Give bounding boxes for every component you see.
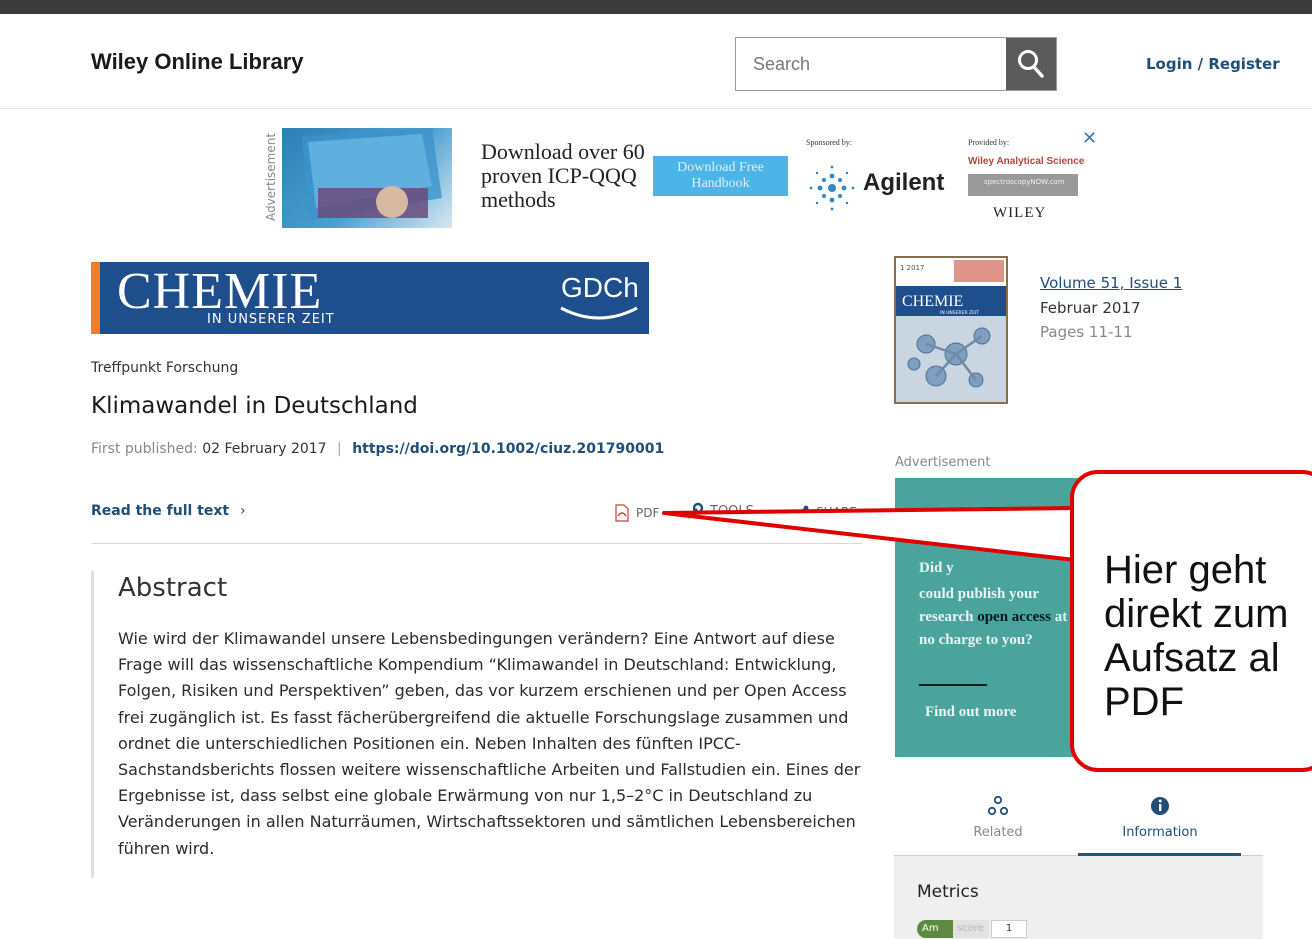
- journal-subtitle: IN UNSERER ZEIT: [207, 312, 335, 327]
- sponsored-by-label: Sponsored by:: [806, 138, 852, 147]
- download-handbook-button[interactable]: Download Free Handbook: [653, 156, 788, 196]
- side-ad-body: could publish your research open access …: [919, 583, 1069, 652]
- search-box: [735, 37, 1057, 91]
- altmetric-score-label: score: [953, 920, 989, 938]
- callout-line-3: Aufsatz al: [1104, 636, 1280, 680]
- ad-label-vertical: Advertisement: [264, 132, 278, 222]
- cover-subtitle: IN UNSERER ZEIT: [940, 310, 979, 316]
- read-full-text-label: Read the full text: [91, 503, 230, 519]
- share-icon: [792, 505, 809, 520]
- article-section: Treffpunkt Forschung: [91, 360, 239, 376]
- article-title: Klimawandel in Deutschland: [91, 393, 418, 419]
- side-ad-headline: Are you a resear: [919, 506, 1025, 522]
- cover-year: 1 2017: [900, 264, 925, 272]
- site-logo[interactable]: Wiley Online Library: [91, 49, 304, 75]
- wrench-icon: [687, 502, 704, 519]
- cover-title: CHEMIE: [902, 293, 963, 310]
- side-ad-divider: [919, 684, 987, 686]
- callout-line-1: Hier geht: [1104, 548, 1267, 592]
- volume-issue-link[interactable]: Volume 51, Issue 1: [1040, 274, 1182, 292]
- journal-banner[interactable]: CHEMIE IN UNSERER ZEIT GDCh: [91, 262, 649, 334]
- ad-headline: Download over 60 proven ICP-QQQ methods: [481, 139, 645, 212]
- issue-pages: Pages 11-11: [1040, 323, 1133, 341]
- top-bar: [0, 0, 1312, 14]
- agilent-star-icon: [806, 162, 858, 218]
- read-full-text-link[interactable]: Read the full text ›: [91, 503, 246, 519]
- provider-name: Wiley Analytical Science: [968, 156, 1085, 167]
- annotation-callout: Hier geht direkt zum Aufsatz al PDF: [1070, 470, 1312, 772]
- volume-issue-value: 51, Issue 1: [1100, 274, 1183, 292]
- search-input[interactable]: [736, 38, 1006, 90]
- published-date: 02 February 2017: [202, 441, 327, 457]
- content-divider: [91, 543, 862, 544]
- tab-related-label: Related: [973, 825, 1023, 840]
- published-label: First published:: [91, 441, 198, 457]
- info-icon: [1151, 797, 1169, 815]
- search-button[interactable]: [1006, 38, 1056, 90]
- share-label: SHARE: [816, 505, 857, 519]
- issue-date: Februar 2017: [1040, 299, 1141, 317]
- callout-line-2: direkt zum: [1104, 592, 1289, 636]
- publication-info: First published: 02 February 2017 | http…: [91, 441, 664, 457]
- abstract-heading: Abstract: [118, 573, 228, 603]
- pdf-icon: [615, 504, 629, 522]
- gdch-logo: GDCh: [561, 272, 639, 303]
- share-button[interactable]: SHARE: [792, 504, 857, 520]
- header-divider: [0, 108, 1312, 109]
- tab-related[interactable]: Related: [958, 795, 1038, 840]
- agilent-logo[interactable]: Agilent: [863, 169, 944, 197]
- doi-link[interactable]: https://doi.org/10.1002/ciuz.201790001: [352, 441, 664, 457]
- close-icon[interactable]: ✕: [1082, 128, 1097, 149]
- abstract-text: Wie wird der Klimawandel unsere Lebensbe…: [118, 629, 861, 858]
- search-icon: [1018, 50, 1044, 78]
- side-ad-open-access: open access: [977, 609, 1051, 625]
- tools-label: TOOLS: [710, 503, 754, 519]
- spectroscopynow-logo[interactable]: spectroscopyNOW.com: [968, 174, 1078, 196]
- side-ad-find-out-more[interactable]: Find out more: [925, 704, 1016, 721]
- gdch-swoosh-icon: [560, 306, 638, 320]
- altmetric-score-value: 1: [991, 920, 1027, 938]
- callout-joint: [1074, 505, 1084, 563]
- altmetric-logo: Am: [917, 920, 953, 938]
- issue-cover-image[interactable]: 1 2017 CHEMIE IN UNSERER ZEIT: [894, 256, 1008, 404]
- callout-line-4: PDF: [1104, 680, 1184, 724]
- banner-stripe: [91, 262, 100, 334]
- pdf-label: PDF: [636, 506, 660, 520]
- pdf-button[interactable]: PDF: [614, 504, 659, 522]
- altmetric-badge[interactable]: Am score 1: [917, 920, 1027, 938]
- tab-information-label: Information: [1122, 825, 1198, 840]
- metrics-title: Metrics: [917, 882, 979, 902]
- abstract-sidebar-rule: [91, 571, 94, 878]
- tools-button[interactable]: TOOLS: [686, 502, 754, 520]
- callout-text: Hier geht direkt zum Aufsatz al PDF: [1104, 548, 1289, 724]
- side-ad-partial-line: Did y: [919, 560, 954, 576]
- login-register-link[interactable]: Login / Register: [1146, 55, 1280, 73]
- wiley-logo[interactable]: WILEY: [993, 205, 1046, 222]
- separator: |: [337, 441, 342, 457]
- ad-handbook-image[interactable]: [282, 128, 452, 228]
- tab-information[interactable]: Information: [1080, 795, 1240, 840]
- chevron-right-icon: ›: [239, 503, 246, 519]
- related-icon: [987, 795, 1009, 816]
- provided-by-label: Provided by:: [968, 138, 1010, 147]
- volume-label: Volume: [1040, 274, 1096, 292]
- side-ad-label: Advertisement: [895, 455, 991, 470]
